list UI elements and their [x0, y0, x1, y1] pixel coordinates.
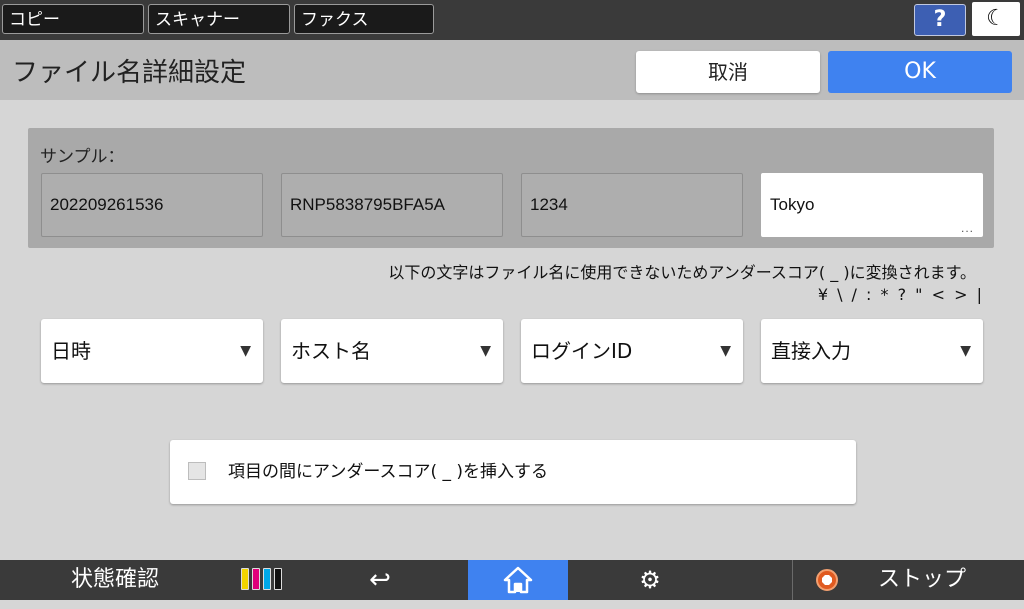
back-button[interactable]: ↩	[330, 560, 430, 600]
stop-button[interactable]: ストップ	[794, 560, 1024, 600]
ink-black-icon	[274, 568, 282, 590]
home-icon	[503, 566, 533, 594]
invalid-chars-notice: 以下の文字はファイル名に使用できないためアンダースコア( _ )に変換されます。	[388, 263, 976, 282]
insert-underscore-label: 項目の間にアンダースコア( _ )を挿入する	[228, 462, 549, 482]
triangle-down-icon: ▼	[720, 343, 731, 359]
ink-yellow-icon	[241, 568, 249, 590]
page-title: ファイル名詳細設定	[12, 58, 247, 88]
settings-button[interactable]: ⚙	[600, 560, 700, 600]
ink-cyan-icon	[263, 568, 271, 590]
stop-icon	[816, 569, 838, 591]
ink-level-icon[interactable]	[241, 568, 293, 592]
sample-field-hostname: RNP5838795BFA5A	[281, 173, 503, 237]
tab-fax[interactable]: ファクス	[294, 4, 434, 34]
help-button[interactable]: ?	[914, 4, 966, 36]
dropdown-label: ログインID	[531, 339, 633, 363]
stop-label: ストップ	[878, 567, 967, 592]
direct-input-value: Tokyo	[770, 195, 815, 214]
ellipsis-icon: ...	[960, 221, 974, 235]
invalid-chars-list: ¥ \ / : * ? " < > |	[817, 285, 984, 304]
gear-icon: ⚙	[639, 566, 661, 594]
tab-copy[interactable]: コピー	[2, 4, 144, 34]
dropdown-item-1[interactable]: 日時 ▼	[41, 319, 263, 383]
tab-scanner[interactable]: スキャナー	[148, 4, 290, 34]
insert-underscore-option[interactable]: 項目の間にアンダースコア( _ )を挿入する	[170, 440, 856, 504]
triangle-down-icon: ▼	[240, 343, 251, 359]
dropdown-item-2[interactable]: ホスト名 ▼	[281, 319, 503, 383]
ok-button[interactable]: OK	[828, 51, 1012, 93]
back-arrow-icon: ↩	[369, 565, 391, 595]
home-button[interactable]	[468, 560, 568, 600]
cancel-button[interactable]: 取消	[636, 51, 820, 93]
sample-field-login-id: 1234	[521, 173, 743, 237]
status-check-button[interactable]: 状態確認	[0, 560, 230, 600]
dropdown-label: 直接入力	[771, 339, 851, 363]
sample-field-direct-input[interactable]: Tokyo ...	[761, 173, 983, 237]
night-mode-button[interactable]: ☾	[972, 2, 1020, 36]
moon-icon: ☾	[986, 6, 1006, 31]
triangle-down-icon: ▼	[480, 343, 491, 359]
ink-magenta-icon	[252, 568, 260, 590]
sample-field-datetime: 202209261536	[41, 173, 263, 237]
insert-underscore-checkbox[interactable]	[188, 462, 206, 480]
dropdown-label: 日時	[51, 339, 91, 363]
bottom-divider	[792, 560, 793, 600]
dropdown-label: ホスト名	[291, 339, 371, 363]
dropdown-item-4[interactable]: 直接入力 ▼	[761, 319, 983, 383]
dropdown-item-3[interactable]: ログインID ▼	[521, 319, 743, 383]
sample-label: サンプル：	[40, 147, 125, 167]
triangle-down-icon: ▼	[960, 343, 971, 359]
